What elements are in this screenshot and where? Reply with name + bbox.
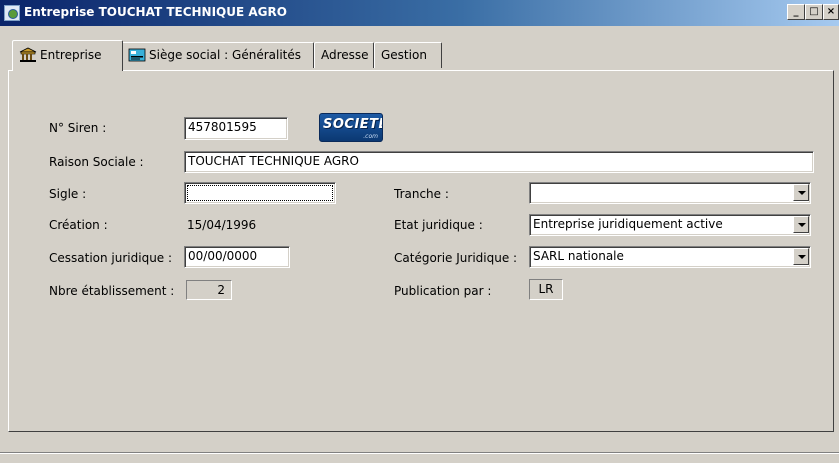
etat-juridique-label: Etat juridique : xyxy=(394,218,483,232)
restore-button[interactable]: □ xyxy=(805,4,823,20)
publication-value: LR xyxy=(529,279,563,300)
tab-gestion[interactable]: Gestion xyxy=(374,42,442,68)
sigle-input[interactable] xyxy=(184,182,336,204)
sigle-label: Sigle : xyxy=(49,187,87,201)
creation-value: 15/04/1996 xyxy=(187,218,257,232)
tranche-select[interactable] xyxy=(529,182,811,204)
categorie-juridique-value: SARL nationale xyxy=(533,249,624,263)
creation-label: Création : xyxy=(49,218,108,232)
tranche-label: Tranche : xyxy=(394,187,449,201)
etat-juridique-value: Entreprise juridiquement active xyxy=(533,217,723,231)
title-bar: Entreprise TOUCHAT TECHNIQUE AGRO _ □ × xyxy=(0,0,839,26)
categorie-juridique-select[interactable]: SARL nationale xyxy=(529,246,811,268)
close-button[interactable]: × xyxy=(823,4,839,20)
chevron-down-icon[interactable] xyxy=(793,184,809,201)
chevron-down-icon[interactable] xyxy=(793,216,809,233)
bottom-divider xyxy=(0,452,839,454)
logo-text: SOCIETE xyxy=(323,117,383,132)
siren-input[interactable]: 457801595 xyxy=(184,117,288,140)
tab-siege-social-label: Siège social : Généralités xyxy=(149,48,301,62)
siren-label: N° Siren : xyxy=(49,121,107,135)
app-icon[interactable] xyxy=(4,5,20,21)
card-icon xyxy=(128,48,146,65)
tab-entreprise-label: Entreprise xyxy=(40,48,102,62)
societe-logo[interactable]: SOCIETE .com xyxy=(319,113,383,142)
raison-sociale-input[interactable]: TOUCHAT TECHNIQUE AGRO xyxy=(184,151,814,173)
categorie-juridique-label: Catégorie Juridique : xyxy=(394,251,518,265)
tab-siege-social[interactable]: Siège social : Généralités xyxy=(121,42,314,68)
etat-juridique-select[interactable]: Entreprise juridiquement active xyxy=(529,214,811,236)
tab-adresse-label: Adresse xyxy=(321,48,369,62)
publication-label: Publication par : xyxy=(394,284,492,298)
cessation-input[interactable]: 00/00/0000 xyxy=(184,246,290,268)
building-icon xyxy=(19,47,37,65)
chevron-down-icon[interactable] xyxy=(793,248,809,265)
nbre-etablissement-value: 2 xyxy=(186,280,232,300)
minimize-button[interactable]: _ xyxy=(787,4,805,20)
nbre-etablissement-label: Nbre établissement : xyxy=(49,284,175,298)
cessation-label: Cessation juridique : xyxy=(49,251,173,265)
raison-sociale-label: Raison Sociale : xyxy=(49,155,144,169)
tab-entreprise[interactable]: Entreprise xyxy=(12,40,123,71)
logo-subtext: .com xyxy=(363,133,378,140)
tab-adresse[interactable]: Adresse xyxy=(314,42,374,68)
tab-gestion-label: Gestion xyxy=(381,48,427,62)
window-title: Entreprise TOUCHAT TECHNIQUE AGRO xyxy=(24,5,287,19)
